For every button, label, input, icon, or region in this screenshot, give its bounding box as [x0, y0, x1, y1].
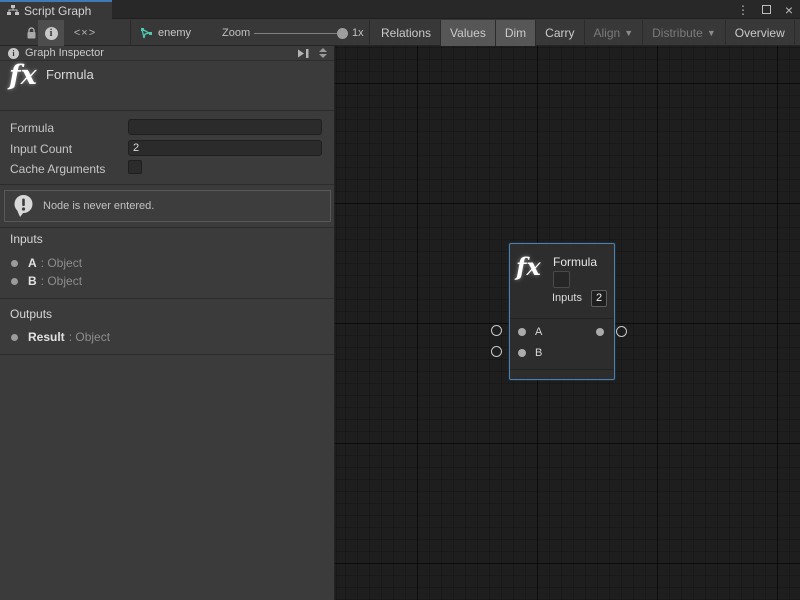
port-name: A [28, 256, 37, 270]
code-preview-button[interactable]: <×> [70, 20, 100, 46]
port-dot-icon [11, 334, 18, 341]
node-inputs-count-input[interactable]: 2 [591, 290, 607, 307]
port-dot-icon [11, 278, 18, 285]
graph-inspector-panel: i Graph Inspector fx Formula Formula Inp… [0, 46, 335, 600]
input-port-a[interactable] [518, 328, 526, 336]
port-type: : Object [69, 330, 110, 344]
distribute-dropdown[interactable]: Distribute▼ [642, 20, 725, 46]
formula-field-label: Formula [10, 121, 54, 135]
port-dot-icon [11, 260, 18, 267]
toolbar-buttons: Relations Values Dim Carry Align▼ Distri… [372, 20, 800, 46]
chevron-down-icon: ▼ [707, 28, 716, 38]
stepper-up-icon [319, 48, 327, 52]
outputs-section-header: Outputs [10, 307, 52, 321]
inspector-header: i Graph Inspector [0, 46, 334, 61]
port-type: : Object [41, 256, 82, 270]
connection-point-left-b[interactable] [491, 346, 502, 357]
graph-toolbar: i <×> enemy Zoom 1x Relations Values Dim… [0, 20, 800, 46]
window-menu-icon[interactable]: ⋮ [736, 3, 750, 17]
graph-name-label: enemy [158, 27, 191, 39]
output-port-row-result: Result : Object [0, 330, 334, 344]
stepper-down-icon [319, 54, 327, 58]
port-name: B [28, 274, 37, 288]
tab-bar: Script Graph ⋮ × [0, 0, 800, 19]
formula-fx-icon: fx [516, 252, 541, 281]
carry-button[interactable]: Carry [535, 20, 583, 46]
node-formula-input[interactable] [553, 271, 570, 288]
connection-point-left-a[interactable] [491, 325, 502, 336]
warning-text: Node is never entered. [43, 200, 154, 212]
info-icon: i [8, 48, 19, 59]
chevron-down-icon: ▼ [624, 28, 633, 38]
main-area: i Graph Inspector fx Formula Formula Inp… [0, 46, 800, 600]
input-port-row-b: B : Object [0, 274, 334, 288]
node-title: Formula [553, 255, 597, 269]
values-button[interactable]: Values [440, 20, 495, 46]
input-count-input[interactable] [128, 140, 322, 156]
info-icon: i [45, 27, 58, 40]
formula-fx-icon: fx [9, 60, 37, 91]
window-maximize-icon[interactable] [759, 3, 773, 17]
zoom-value: 1x [352, 27, 364, 39]
zoom-slider-handle[interactable] [337, 28, 348, 39]
input-port-a-label: A [535, 326, 542, 338]
tab-script-graph[interactable]: Script Graph [0, 0, 112, 19]
zoom-label: Zoom [222, 27, 250, 39]
cache-arguments-checkbox[interactable] [128, 160, 142, 174]
inputs-section-header: Inputs [10, 232, 43, 246]
window-close-icon[interactable]: × [782, 5, 796, 15]
graph-pointer-icon [140, 27, 153, 40]
formula-field-input[interactable] [128, 119, 322, 135]
port-type: : Object [41, 274, 82, 288]
zoom-slider[interactable] [254, 33, 344, 34]
tab-label: Script Graph [24, 4, 91, 18]
warning-box: Node is never entered. [4, 190, 331, 222]
cache-arguments-label: Cache Arguments [10, 162, 105, 176]
window-controls: ⋮ × [736, 0, 796, 19]
align-dropdown[interactable]: Align▼ [584, 20, 643, 46]
connection-point-right[interactable] [616, 326, 627, 337]
overview-button[interactable]: Overview [725, 20, 794, 46]
panel-stepper[interactable] [316, 48, 330, 58]
dock-panel-icon[interactable] [297, 48, 310, 59]
inspector-unit-title: Formula [46, 67, 94, 82]
code-icon: <×> [74, 27, 96, 39]
relations-button[interactable]: Relations [372, 20, 440, 46]
full-screen-button[interactable]: Full Screen [794, 20, 800, 46]
warning-bubble-icon [12, 194, 35, 218]
lock-icon [26, 27, 37, 40]
script-graph-window: Script Graph ⋮ × i <×> en [0, 0, 800, 600]
dim-button[interactable]: Dim [495, 20, 535, 46]
inspector-title: Graph Inspector [25, 47, 291, 59]
inspector-toggle-button[interactable]: i [38, 20, 64, 46]
node-inputs-label: Inputs [552, 292, 582, 304]
graph-canvas[interactable]: fx Formula Inputs 2 A B [335, 46, 800, 600]
graph-breadcrumb[interactable]: enemy [140, 20, 191, 46]
output-port-result[interactable] [596, 328, 604, 336]
input-port-b-label: B [535, 347, 542, 359]
input-port-b[interactable] [518, 349, 526, 357]
formula-node[interactable]: fx Formula Inputs 2 A B [509, 243, 615, 380]
input-port-row-a: A : Object [0, 256, 334, 270]
script-graph-icon [7, 5, 19, 16]
input-count-label: Input Count [10, 142, 72, 156]
port-name: Result [28, 330, 65, 344]
